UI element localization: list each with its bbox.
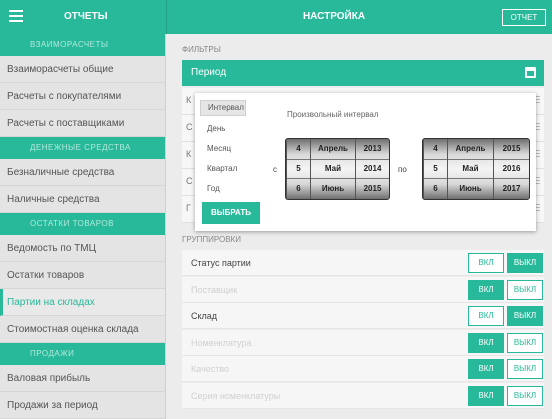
sidebar: ВЗАИМОРАСЧЕТЫ Взаиморасчеты общие Расчет… xyxy=(0,34,166,419)
from-year-wheel[interactable]: 2013 2014 2015 xyxy=(355,139,389,199)
grouping-row: Склад ВКЛ ВЫКЛ xyxy=(182,303,544,329)
menu-icon[interactable] xyxy=(9,10,23,22)
toggle-on-button[interactable]: ВКЛ xyxy=(468,359,504,379)
report-button[interactable]: ОТЧЕТ xyxy=(502,9,546,26)
calendar-icon[interactable] xyxy=(525,67,536,78)
to-label: по xyxy=(398,165,407,174)
sidebar-item-supplier-settlements[interactable]: Расчеты с поставщиками xyxy=(0,110,165,137)
picker-cell[interactable]: 4 xyxy=(424,139,447,159)
toggle-off-button[interactable]: ВЫКЛ xyxy=(507,306,543,326)
picker-cell[interactable]: 5 xyxy=(424,159,447,179)
picker-cell[interactable]: 2016 xyxy=(494,159,529,179)
toggle-off-button[interactable]: ВЫКЛ xyxy=(507,253,543,273)
grouping-row: Поставщик ВКЛ ВЫКЛ xyxy=(182,276,544,303)
sidebar-section-stock: ОСТАТКИ ТОВАРОВ xyxy=(0,213,165,235)
top-bar: ОТЧЕТЫ НАСТРОЙКА ОТЧЕТ xyxy=(0,0,552,34)
grouping-row: Качество ВКЛ ВЫКЛ xyxy=(182,356,544,382)
period-option-month[interactable]: Месяц xyxy=(207,144,231,153)
period-option-year[interactable]: Год xyxy=(207,184,220,193)
sidebar-item-warehouse-lots[interactable]: Партии на складах xyxy=(0,289,165,316)
period-option-quarter[interactable]: Квартал xyxy=(207,164,237,173)
filter-row-letter: Г xyxy=(186,203,191,213)
picker-cell[interactable]: 2015 xyxy=(356,179,389,199)
picker-cell[interactable]: 2015 xyxy=(494,139,529,159)
picker-cell[interactable]: Май xyxy=(311,159,355,179)
choose-button[interactable]: ВЫБРАТЬ xyxy=(202,202,260,224)
to-date-picker[interactable]: 4 5 6 Апрель Май Июнь 2015 2016 2017 xyxy=(422,138,530,200)
picker-cell[interactable]: 6 xyxy=(424,179,447,199)
picker-cell[interactable]: Июнь xyxy=(311,179,355,199)
sidebar-item-cash-funds[interactable]: Наличные средства xyxy=(0,186,165,213)
sidebar-section-sales: ПРОДАЖИ xyxy=(0,343,165,365)
toggle-off-button[interactable]: ВЫКЛ xyxy=(507,385,543,406)
sidebar-item-sales-period[interactable]: Продажи за период xyxy=(0,392,165,419)
filters-label: ФИЛЬТРЫ xyxy=(182,45,221,54)
from-date-picker[interactable]: 4 5 6 Апрель Май Июнь 2013 2014 2015 xyxy=(285,138,390,200)
picker-cell[interactable]: Июнь xyxy=(448,179,493,199)
sidebar-item-gross-profit[interactable]: Валовая прибыль xyxy=(0,365,165,392)
sidebar-item-inventory-statement[interactable]: Ведомость по ТМЦ xyxy=(0,235,165,262)
sidebar-item-stock-balance[interactable]: Остатки товаров xyxy=(0,262,165,289)
grouping-name: Статус партии xyxy=(191,258,251,268)
sidebar-section-funds: ДЕНЕЖНЫЕ СРЕДСТВА xyxy=(0,137,165,159)
sidebar-item-warehouse-valuation[interactable]: Стоимостная оценка склада xyxy=(0,316,165,343)
groupings-label: ГРУППИРОВКИ xyxy=(182,235,241,244)
toggle-on-button[interactable]: ВКЛ xyxy=(468,385,504,406)
grouping-name: Номенклатура xyxy=(191,337,252,348)
sidebar-item-settlements-general[interactable]: Взаиморасчеты общие xyxy=(0,56,165,83)
sidebar-section-settlements: ВЗАИМОРАСЧЕТЫ xyxy=(0,34,165,56)
grouping-name: Поставщик xyxy=(191,284,238,295)
picker-cell[interactable]: Апрель xyxy=(311,139,355,159)
grouping-row: Номенклатура ВКЛ ВЫКЛ xyxy=(182,329,544,356)
from-month-wheel[interactable]: Апрель Май Июнь xyxy=(310,139,355,199)
filter-row-letter: С xyxy=(186,122,193,132)
grouping-name: Склад xyxy=(191,311,218,321)
to-day-wheel[interactable]: 4 5 6 xyxy=(423,139,447,199)
to-year-wheel[interactable]: 2015 2016 2017 xyxy=(493,139,529,199)
picker-cell[interactable]: 2017 xyxy=(494,179,529,199)
period-popup: Интервал День Месяц Квартал Год ВЫБРАТЬ … xyxy=(195,93,536,231)
filter-row-letter: К xyxy=(186,95,192,105)
grouping-name: Серия номенклатуры xyxy=(191,390,281,401)
reports-title: ОТЧЕТЫ xyxy=(64,11,108,22)
from-day-wheel[interactable]: 4 5 6 xyxy=(286,139,310,199)
grouping-row: Серия номенклатуры ВКЛ ВЫКЛ xyxy=(182,382,544,409)
from-label: с xyxy=(273,165,277,174)
sidebar-item-cashless-funds[interactable]: Безналичные средства xyxy=(0,159,165,186)
filter-row-letter: С xyxy=(186,176,193,186)
period-option-day[interactable]: День xyxy=(207,124,225,133)
toggle-on-button[interactable]: ВКЛ xyxy=(468,253,504,273)
interval-title: Произвольный интервал xyxy=(287,110,379,119)
toggle-on-button[interactable]: ВКЛ xyxy=(468,279,504,300)
picker-cell[interactable]: Май xyxy=(448,159,493,179)
picker-cell[interactable]: 2013 xyxy=(356,139,389,159)
sidebar-item-customer-settlements[interactable]: Расчеты с покупателями xyxy=(0,83,165,110)
toggle-off-button[interactable]: ВЫКЛ xyxy=(507,359,543,379)
picker-cell[interactable]: 4 xyxy=(287,139,310,159)
filter-row-letter: К xyxy=(186,149,192,159)
toggle-off-button[interactable]: ВЫКЛ xyxy=(507,279,543,300)
to-month-wheel[interactable]: Апрель Май Июнь xyxy=(447,139,493,199)
toggle-off-button[interactable]: ВЫКЛ xyxy=(507,332,543,353)
toggle-on-button[interactable]: ВКЛ xyxy=(468,332,504,353)
period-label: Период xyxy=(191,67,227,78)
period-filter[interactable]: Период xyxy=(182,60,544,86)
grouping-name: Качество xyxy=(191,364,230,374)
picker-cell[interactable]: Апрель xyxy=(448,139,493,159)
grouping-row: Статус партии ВКЛ ВЫКЛ xyxy=(182,250,544,276)
page-title: НАСТРОЙКА xyxy=(302,11,366,22)
picker-cell[interactable]: 2014 xyxy=(356,159,389,179)
picker-cell[interactable]: 6 xyxy=(287,179,310,199)
toggle-on-button[interactable]: ВКЛ xyxy=(468,306,504,326)
picker-cell[interactable]: 5 xyxy=(287,159,310,179)
period-option-interval[interactable]: Интервал xyxy=(200,100,246,116)
